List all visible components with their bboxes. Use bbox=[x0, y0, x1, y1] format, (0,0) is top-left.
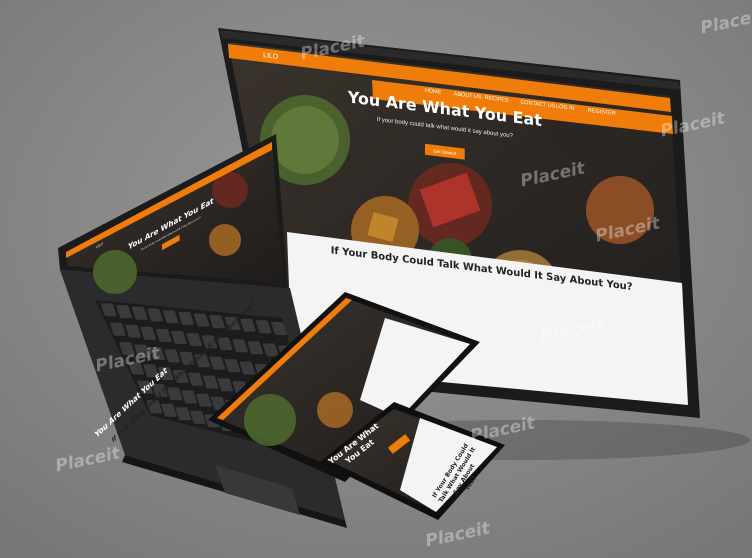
device-mockup-scene: LILO HOME ABOUT US RECIPES CONTACT US LOG IN… bbox=[0, 0, 752, 558]
